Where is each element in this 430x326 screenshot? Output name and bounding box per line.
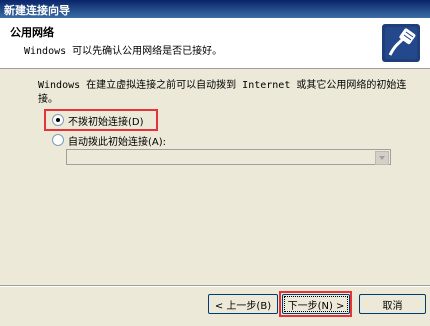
dial-connection-select[interactable] (66, 149, 391, 165)
radio-auto-dial[interactable] (52, 134, 64, 146)
page-title: 公用网络 (10, 26, 54, 39)
chevron-down-icon[interactable] (375, 151, 389, 165)
highlight-box (44, 109, 158, 131)
title-bar[interactable]: 新建连接向导 (0, 0, 430, 18)
network-cable-icon (382, 24, 420, 62)
option-auto-dial-label: 自动拨此初始连接(A): (68, 136, 167, 148)
option-auto-dial[interactable]: 自动拨此初始连接(A): (52, 133, 167, 148)
back-button[interactable]: < 上一步(B) (208, 294, 278, 314)
highlight-box (279, 291, 352, 317)
button-separator (0, 285, 430, 287)
description-text: Windows 在建立虚拟连接之前可以自动拨到 Internet 或其它公用网络… (38, 80, 407, 105)
wizard-header: 公用网络 Windows 可以先确认公用网络是否已接好。 (0, 18, 430, 69)
cancel-button[interactable]: 取消 (359, 294, 426, 314)
wizard-content: Windows 在建立虚拟连接之前可以自动拨到 Internet 或其它公用网络… (0, 69, 430, 285)
wizard-window: 新建连接向导 公用网络 Windows 可以先确认公用网络是否已接好。 Wind… (0, 0, 430, 326)
page-subtitle: Windows 可以先确认公用网络是否已接好。 (24, 46, 223, 57)
window-title: 新建连接向导 (4, 4, 70, 17)
